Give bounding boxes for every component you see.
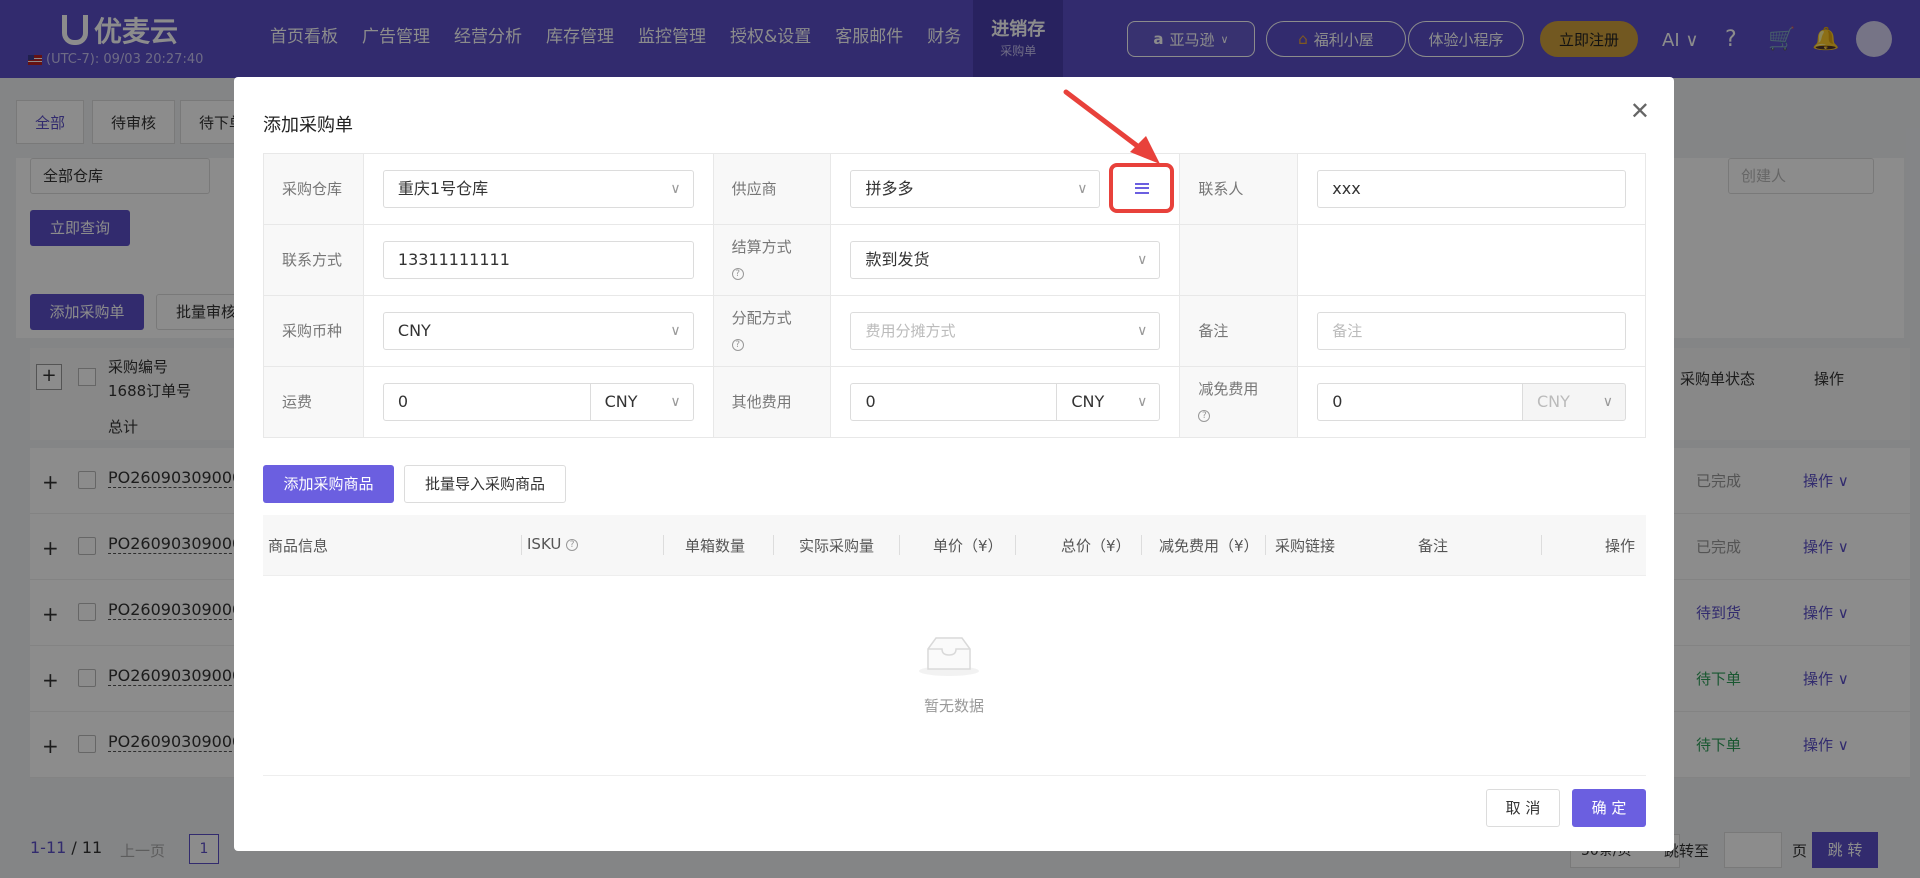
column-divider — [663, 535, 664, 555]
chevron-down-icon: ∨ — [1137, 323, 1148, 339]
warehouse-select[interactable]: 重庆1号仓库 ∨ — [382, 170, 694, 208]
supplier-list-button[interactable] — [1109, 163, 1174, 213]
allocation-placeholder: 费用分摊方式 — [865, 322, 956, 340]
contact-input[interactable]: xxx — [1317, 170, 1626, 208]
contact-label: 联系人 — [1179, 153, 1299, 225]
allocation-label: 分配方式? — [712, 295, 832, 367]
supplier-select[interactable]: 拼多多 ∨ — [850, 170, 1101, 208]
col-actual-qty: 实际采购量 — [799, 537, 875, 555]
column-divider — [773, 535, 774, 555]
chevron-down-icon: ∨ — [1077, 181, 1088, 197]
col-unit-price: 单价（¥） — [933, 537, 1003, 555]
column-divider — [1265, 535, 1266, 555]
currency-label: 采购币种 — [263, 295, 364, 367]
other-fee-label: 其他费用 — [712, 366, 832, 438]
other-fee-currency-select[interactable]: CNY ∨ — [1056, 383, 1161, 421]
annotation-arrow-icon — [1063, 89, 1160, 164]
help-icon[interactable]: ? — [566, 538, 579, 551]
supplier-value: 拼多多 — [865, 179, 914, 198]
close-icon[interactable]: ✕ — [1630, 97, 1650, 125]
chevron-down-icon: ∨ — [670, 394, 681, 410]
add-product-button[interactable]: 添加采购商品 — [263, 465, 394, 503]
batch-import-button[interactable]: 批量导入采购商品 — [404, 465, 566, 503]
help-icon[interactable]: ? — [1198, 409, 1211, 422]
empty-cell — [1297, 224, 1646, 296]
column-divider — [899, 535, 900, 555]
cancel-button[interactable]: 取 消 — [1486, 789, 1560, 827]
column-divider — [521, 535, 522, 555]
chevron-down-icon: ∨ — [1602, 394, 1613, 410]
purchase-order-form: 采购仓库 重庆1号仓库 ∨ 供应商 拼多多 ∨ 联系人 xxx 联系方式 13311… — [263, 153, 1646, 438]
discount-label-text: 减免费用 — [1198, 380, 1259, 398]
remark-input[interactable]: 备注 — [1317, 312, 1626, 350]
col-purchase-link: 采购链接 — [1275, 537, 1336, 555]
footer-divider — [263, 775, 1646, 776]
phone-input[interactable]: 13311111111 — [382, 241, 694, 279]
freight-currency-select[interactable]: CNY ∨ — [589, 383, 694, 421]
col-total-price: 总价（¥） — [1061, 537, 1131, 555]
discount-label: 减免费用? — [1179, 366, 1299, 438]
empty-box-icon — [919, 637, 979, 676]
phone-label: 联系方式 — [263, 224, 364, 296]
column-divider — [1015, 535, 1016, 555]
settlement-label-text: 结算方式 — [731, 238, 792, 256]
col-ops: 操作 — [1605, 537, 1636, 555]
col-remark: 备注 — [1418, 537, 1449, 555]
isku-label: ISKU — [527, 535, 562, 553]
freight-currency-value: CNY — [604, 392, 638, 411]
freight-input[interactable]: 0 — [382, 383, 591, 421]
remark-label: 备注 — [1179, 295, 1299, 367]
currency-value: CNY — [397, 321, 431, 340]
empty-state-text: 暂无数据 — [924, 697, 985, 715]
chevron-down-icon: ∨ — [670, 323, 681, 339]
freight-label: 运费 — [263, 366, 364, 438]
chevron-down-icon: ∨ — [670, 181, 681, 197]
allocation-label-text: 分配方式 — [731, 309, 792, 327]
col-product-info: 商品信息 — [268, 537, 329, 555]
settlement-label: 结算方式? — [712, 224, 832, 296]
chevron-down-icon: ∨ — [1137, 394, 1148, 410]
warehouse-label: 采购仓库 — [263, 153, 364, 225]
col-discount: 减免费用（¥） — [1159, 537, 1259, 555]
currency-select[interactable]: CNY ∨ — [382, 312, 694, 350]
column-divider — [1141, 535, 1142, 555]
add-purchase-order-dialog: 添加采购单 ✕ 采购仓库 重庆1号仓库 ∨ 供应商 拼多多 ∨ 联系人 xxx 联系… — [234, 77, 1674, 851]
discount-currency-select: CNY ∨ — [1522, 383, 1626, 421]
col-box-qty: 单箱数量 — [685, 537, 746, 555]
list-icon — [1134, 182, 1149, 194]
settlement-select[interactable]: 款到发货 ∨ — [850, 241, 1161, 279]
col-isku: ISKU ? — [527, 535, 579, 553]
discount-currency-value: CNY — [1537, 392, 1570, 411]
column-divider — [1541, 535, 1542, 555]
help-icon[interactable]: ? — [731, 338, 744, 351]
empty-cell — [1179, 224, 1299, 296]
confirm-button[interactable]: 确 定 — [1572, 789, 1646, 827]
supplier-label: 供应商 — [712, 153, 832, 225]
allocation-select[interactable]: 费用分摊方式 ∨ — [850, 312, 1161, 350]
settlement-value: 款到发货 — [865, 250, 930, 269]
product-table-header: 商品信息 ISKU ? 单箱数量 实际采购量 单价（¥） 总价（¥） 减免费用（… — [263, 515, 1646, 576]
warehouse-value: 重庆1号仓库 — [397, 179, 489, 198]
chevron-down-icon: ∨ — [1137, 252, 1148, 268]
other-fee-input[interactable]: 0 — [850, 383, 1058, 421]
dialog-title: 添加采购单 — [263, 115, 353, 136]
help-icon[interactable]: ? — [731, 267, 744, 280]
other-fee-currency-value: CNY — [1071, 392, 1105, 411]
discount-input[interactable]: 0 — [1317, 383, 1523, 421]
